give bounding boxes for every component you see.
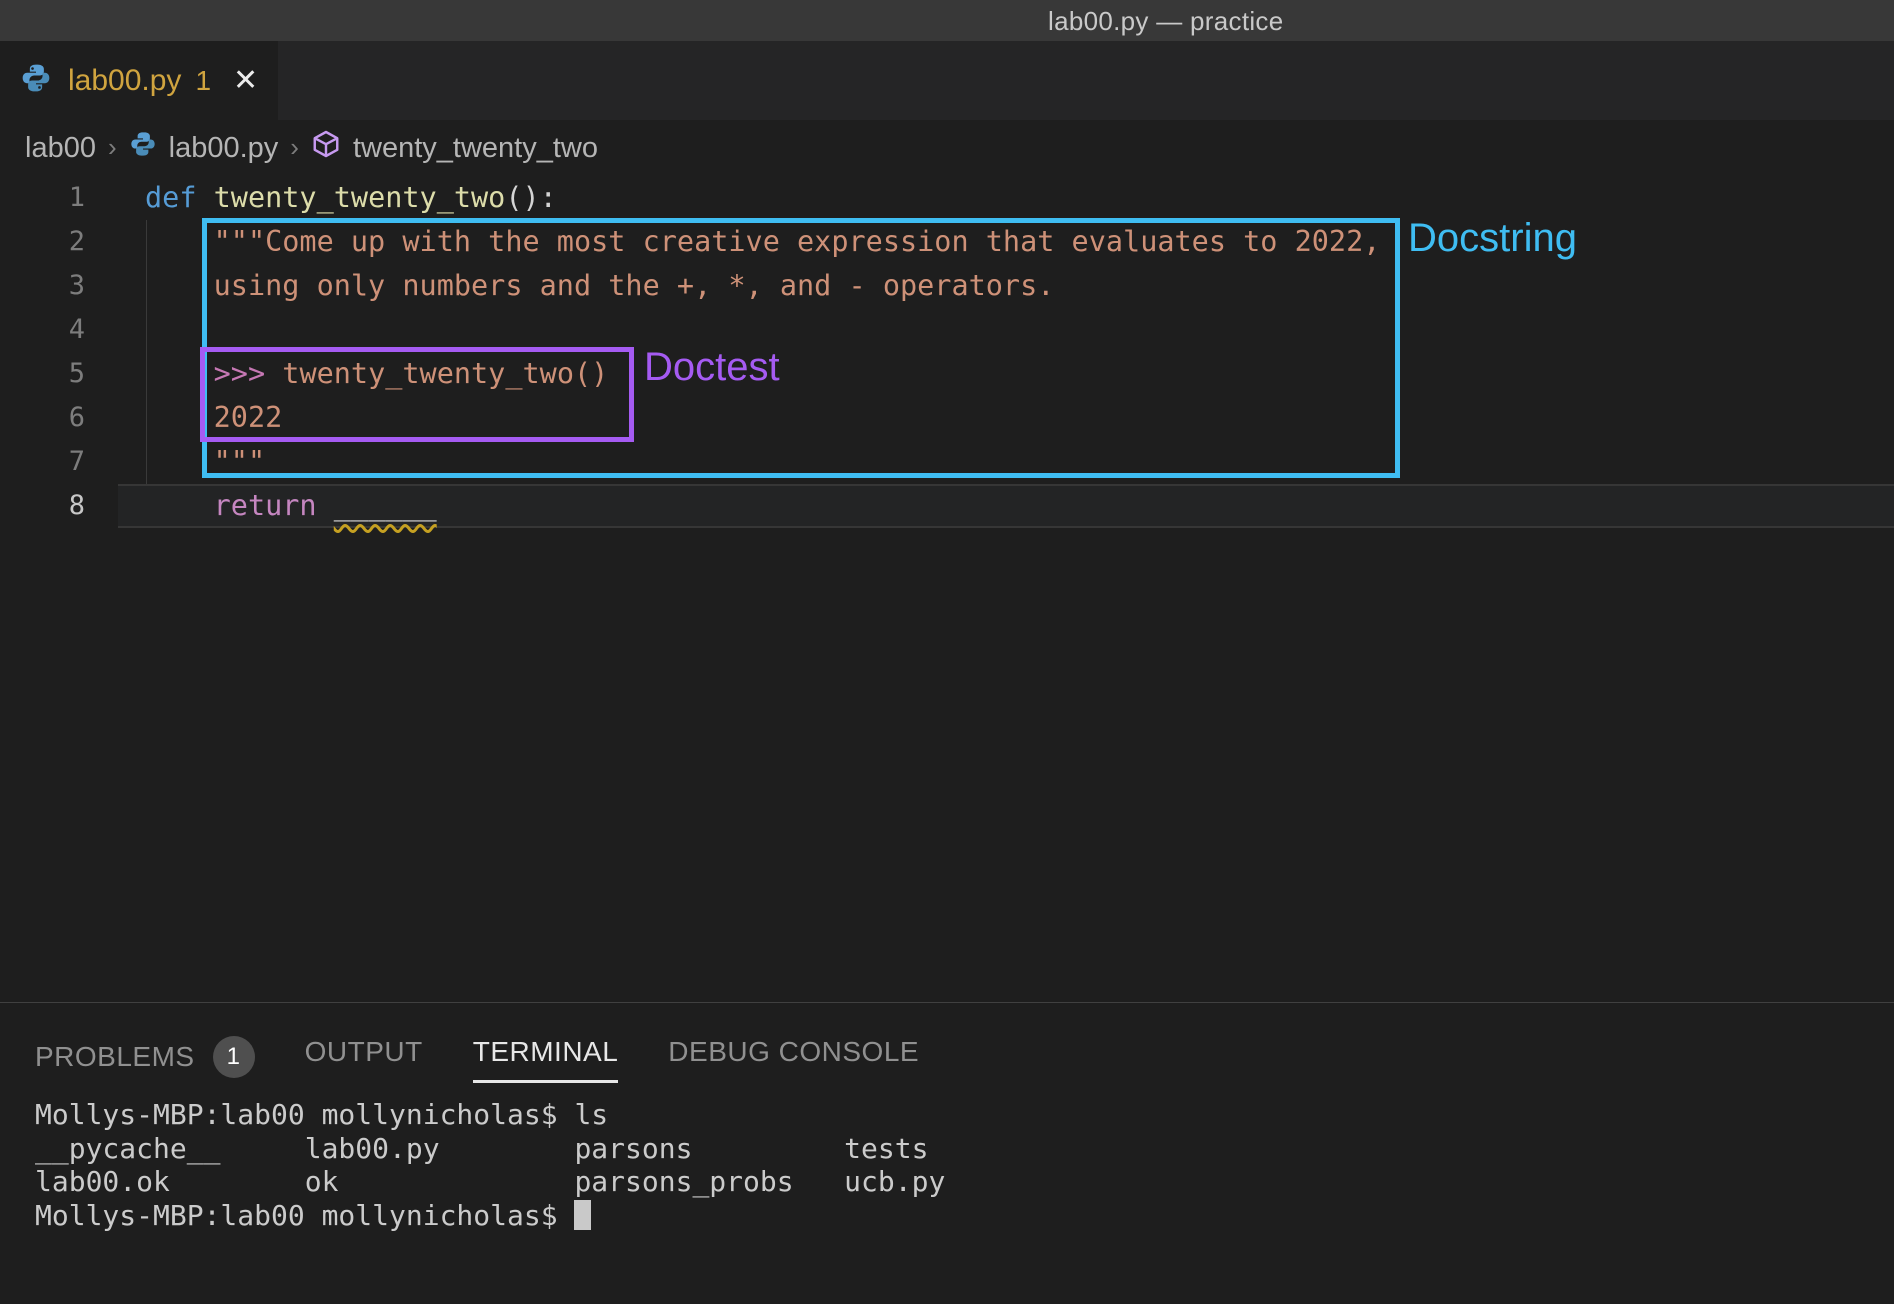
panel-tab-bar: PROBLEMS 1 OUTPUT TERMINAL DEBUG CONSOLE [35, 1036, 919, 1090]
panel-tab-debug-console-label: DEBUG CONSOLE [668, 1036, 919, 1068]
code-line-text: using only numbers and the +, *, and - o… [85, 264, 1054, 308]
tab-problem-count: 1 [195, 65, 211, 97]
terminal-line: __pycache__ lab00.py parsons tests [35, 1132, 945, 1166]
code-line[interactable]: 5 >>> twenty_twenty_two() [0, 352, 1894, 396]
code-line[interactable]: 1def twenty_twenty_two(): [0, 176, 1894, 220]
code-line[interactable]: 4 [0, 308, 1894, 352]
code-line-text: def twenty_twenty_two(): [85, 176, 557, 220]
line-number[interactable]: 5 [0, 352, 85, 396]
problems-count-badge: 1 [213, 1036, 255, 1078]
panel-tab-terminal-label: TERMINAL [473, 1036, 619, 1068]
line-number[interactable]: 6 [0, 396, 85, 440]
breadcrumb-file[interactable]: lab00.py [169, 132, 279, 165]
code-line-text: """ [85, 440, 265, 484]
code-line-text: return ______ [85, 484, 437, 528]
breadcrumb-symbol[interactable]: twenty_twenty_two [353, 132, 598, 165]
tab-filename: lab00.py [68, 64, 181, 98]
window-title: lab00.py — practice [1048, 6, 1284, 37]
close-icon[interactable]: ✕ [233, 63, 258, 98]
code-line[interactable]: 3 using only numbers and the +, *, and -… [0, 264, 1894, 308]
code-line-text: """Come up with the most creative expres… [85, 220, 1380, 264]
breadcrumb: lab00 › lab00.py › twenty_twenty_two [0, 120, 1894, 176]
tab-lab00[interactable]: lab00.py 1 ✕ [0, 41, 278, 120]
line-number[interactable]: 2 [0, 220, 85, 264]
python-icon [20, 62, 52, 99]
line-number[interactable]: 8 [0, 484, 85, 528]
panel-tab-output[interactable]: OUTPUT [305, 1036, 423, 1080]
panel-tab-problems-label: PROBLEMS [35, 1041, 195, 1073]
line-number[interactable]: 1 [0, 176, 85, 220]
terminal-output[interactable]: Mollys-MBP:lab00 mollynicholas$ ls__pyca… [35, 1098, 945, 1232]
panel-divider [0, 1002, 1894, 1003]
namespace-cube-icon [311, 129, 341, 167]
code-line-text: 2022 [85, 396, 282, 440]
panel-tab-problems[interactable]: PROBLEMS 1 [35, 1036, 255, 1090]
terminal-cursor [574, 1200, 591, 1230]
terminal-line: Mollys-MBP:lab00 mollynicholas$ ls [35, 1098, 945, 1132]
code-line[interactable]: 2 """Come up with the most creative expr… [0, 220, 1894, 264]
terminal-line: lab00.ok ok parsons_probs ucb.py [35, 1165, 945, 1199]
title-bar: lab00.py — practice [0, 0, 1894, 41]
chevron-right-icon: › [290, 132, 299, 163]
code-line[interactable]: 8 return ______ [0, 484, 1894, 528]
line-number[interactable]: 3 [0, 264, 85, 308]
code-line-text: >>> twenty_twenty_two() [85, 352, 608, 396]
terminal-line: Mollys-MBP:lab00 mollynicholas$ [35, 1199, 945, 1233]
tab-bar: lab00.py 1 ✕ [0, 41, 1894, 120]
chevron-right-icon: › [108, 132, 117, 163]
breadcrumb-python-icon [129, 130, 157, 166]
line-number[interactable]: 7 [0, 440, 85, 484]
code-line-text [85, 308, 145, 352]
code-line[interactable]: 7 """ [0, 440, 1894, 484]
code-editor[interactable]: 1def twenty_twenty_two():2 """Come up wi… [0, 176, 1894, 1002]
code-lines-container: 1def twenty_twenty_two():2 """Come up wi… [0, 176, 1894, 528]
panel-tab-output-label: OUTPUT [305, 1036, 423, 1068]
panel-tab-debug-console[interactable]: DEBUG CONSOLE [668, 1036, 919, 1080]
panel-tab-terminal[interactable]: TERMINAL [473, 1036, 619, 1083]
breadcrumb-folder[interactable]: lab00 [25, 132, 96, 165]
code-line[interactable]: 6 2022 [0, 396, 1894, 440]
line-number[interactable]: 4 [0, 308, 85, 352]
